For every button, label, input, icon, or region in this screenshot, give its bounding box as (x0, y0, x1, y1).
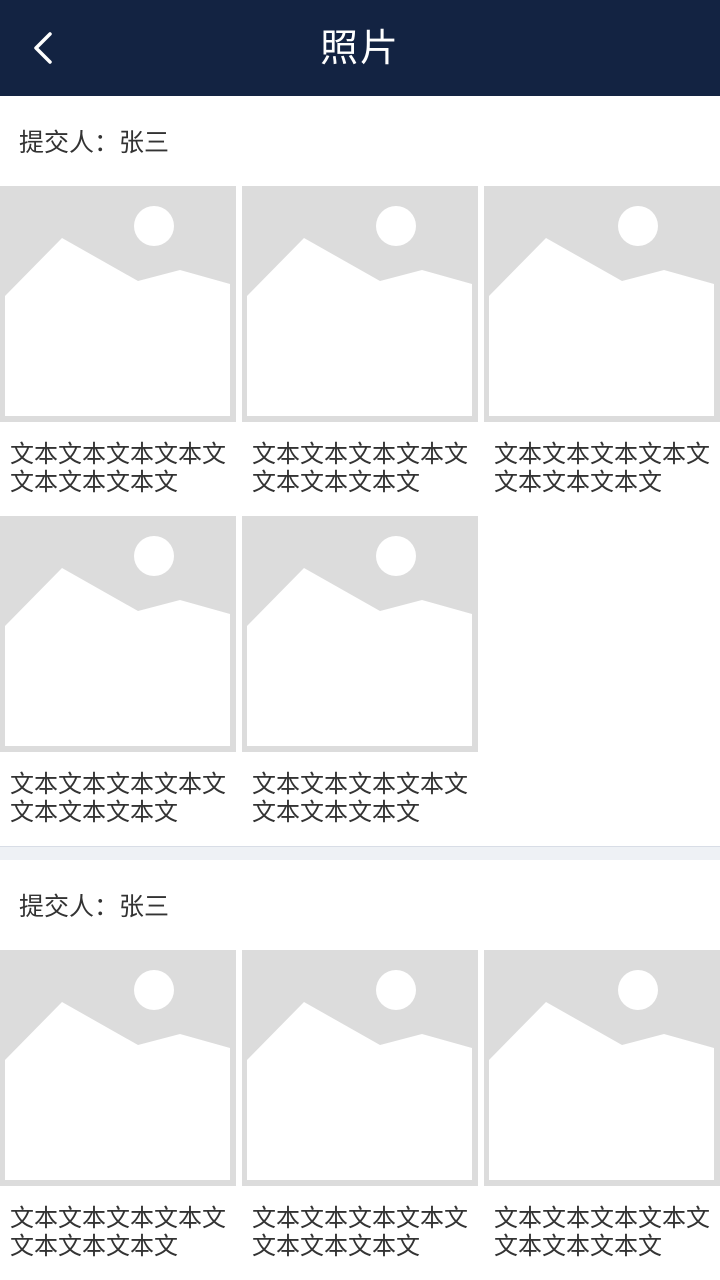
photo-caption: 文本文本文本文本文文本文本文本文 (10, 1204, 226, 1260)
photo-card[interactable]: 文本文本文本文本文文本文本文本文 (242, 950, 478, 1280)
photo-grid: 文本文本文本文本文文本文本文本文 文本文本文本文本文文本文本文本文 文本文本文本… (0, 186, 720, 846)
photo-card[interactable]: 文本文本文本文本文文本文本文本文 (242, 186, 478, 516)
submission-section: 提交人：张三 文本文本文本文本文文本文本文本文 文本文本文本文本文文本文本文本文… (0, 96, 720, 846)
photo-caption: 文本文本文本文本文文本文本文本文 (10, 440, 226, 496)
section-divider (0, 846, 720, 860)
submitter-label: 提交人：张三 (19, 128, 170, 157)
photo-card[interactable]: 文本文本文本文本文文本文本文本文 (484, 186, 720, 516)
photo-caption: 文本文本文本文本文文本文本文本文 (494, 440, 710, 496)
image-placeholder-icon (0, 186, 236, 422)
photo-caption: 文本文本文本文本文文本文本文本文 (252, 770, 468, 826)
photo-caption: 文本文本文本文本文文本文本文本文 (252, 1204, 468, 1260)
top-nav-bar: 照片 (0, 0, 720, 96)
photo-card[interactable]: 文本文本文本文本文文本文本文本文 (0, 516, 236, 846)
photo-card[interactable]: 文本文本文本文本文文本文本文本文 (484, 950, 720, 1280)
photo-grid: 文本文本文本文本文文本文本文本文 文本文本文本文本文文本文本文本文 文本文本文本… (0, 950, 720, 1280)
submitter-label: 提交人：张三 (19, 892, 170, 921)
image-placeholder-icon (242, 516, 478, 752)
photo-card[interactable]: 文本文本文本文本文文本文本文本文 (0, 186, 236, 516)
photo-caption: 文本文本文本文本文文本文本文本文 (494, 1204, 710, 1260)
photo-caption: 文本文本文本文本文文本文本文本文 (252, 440, 468, 496)
image-placeholder-icon (484, 186, 720, 422)
photo-card[interactable]: 文本文本文本文本文文本文本文本文 (0, 950, 236, 1280)
photo-list: 提交人：张三 文本文本文本文本文文本文本文本文 文本文本文本文本文文本文本文本文… (0, 96, 720, 1280)
image-placeholder-icon (242, 186, 478, 422)
image-placeholder-icon (0, 516, 236, 752)
image-placeholder-icon (242, 950, 478, 1186)
photo-card[interactable]: 文本文本文本文本文文本文本文本文 (242, 516, 478, 846)
page-title: 照片 (319, 26, 400, 70)
photo-caption: 文本文本文本文本文文本文本文本文 (10, 770, 226, 826)
image-placeholder-icon (484, 950, 720, 1186)
image-placeholder-icon (0, 950, 236, 1186)
submission-section: 提交人：张三 文本文本文本文本文文本文本文本文 文本文本文本文本文文本文本文本文… (0, 860, 720, 1280)
